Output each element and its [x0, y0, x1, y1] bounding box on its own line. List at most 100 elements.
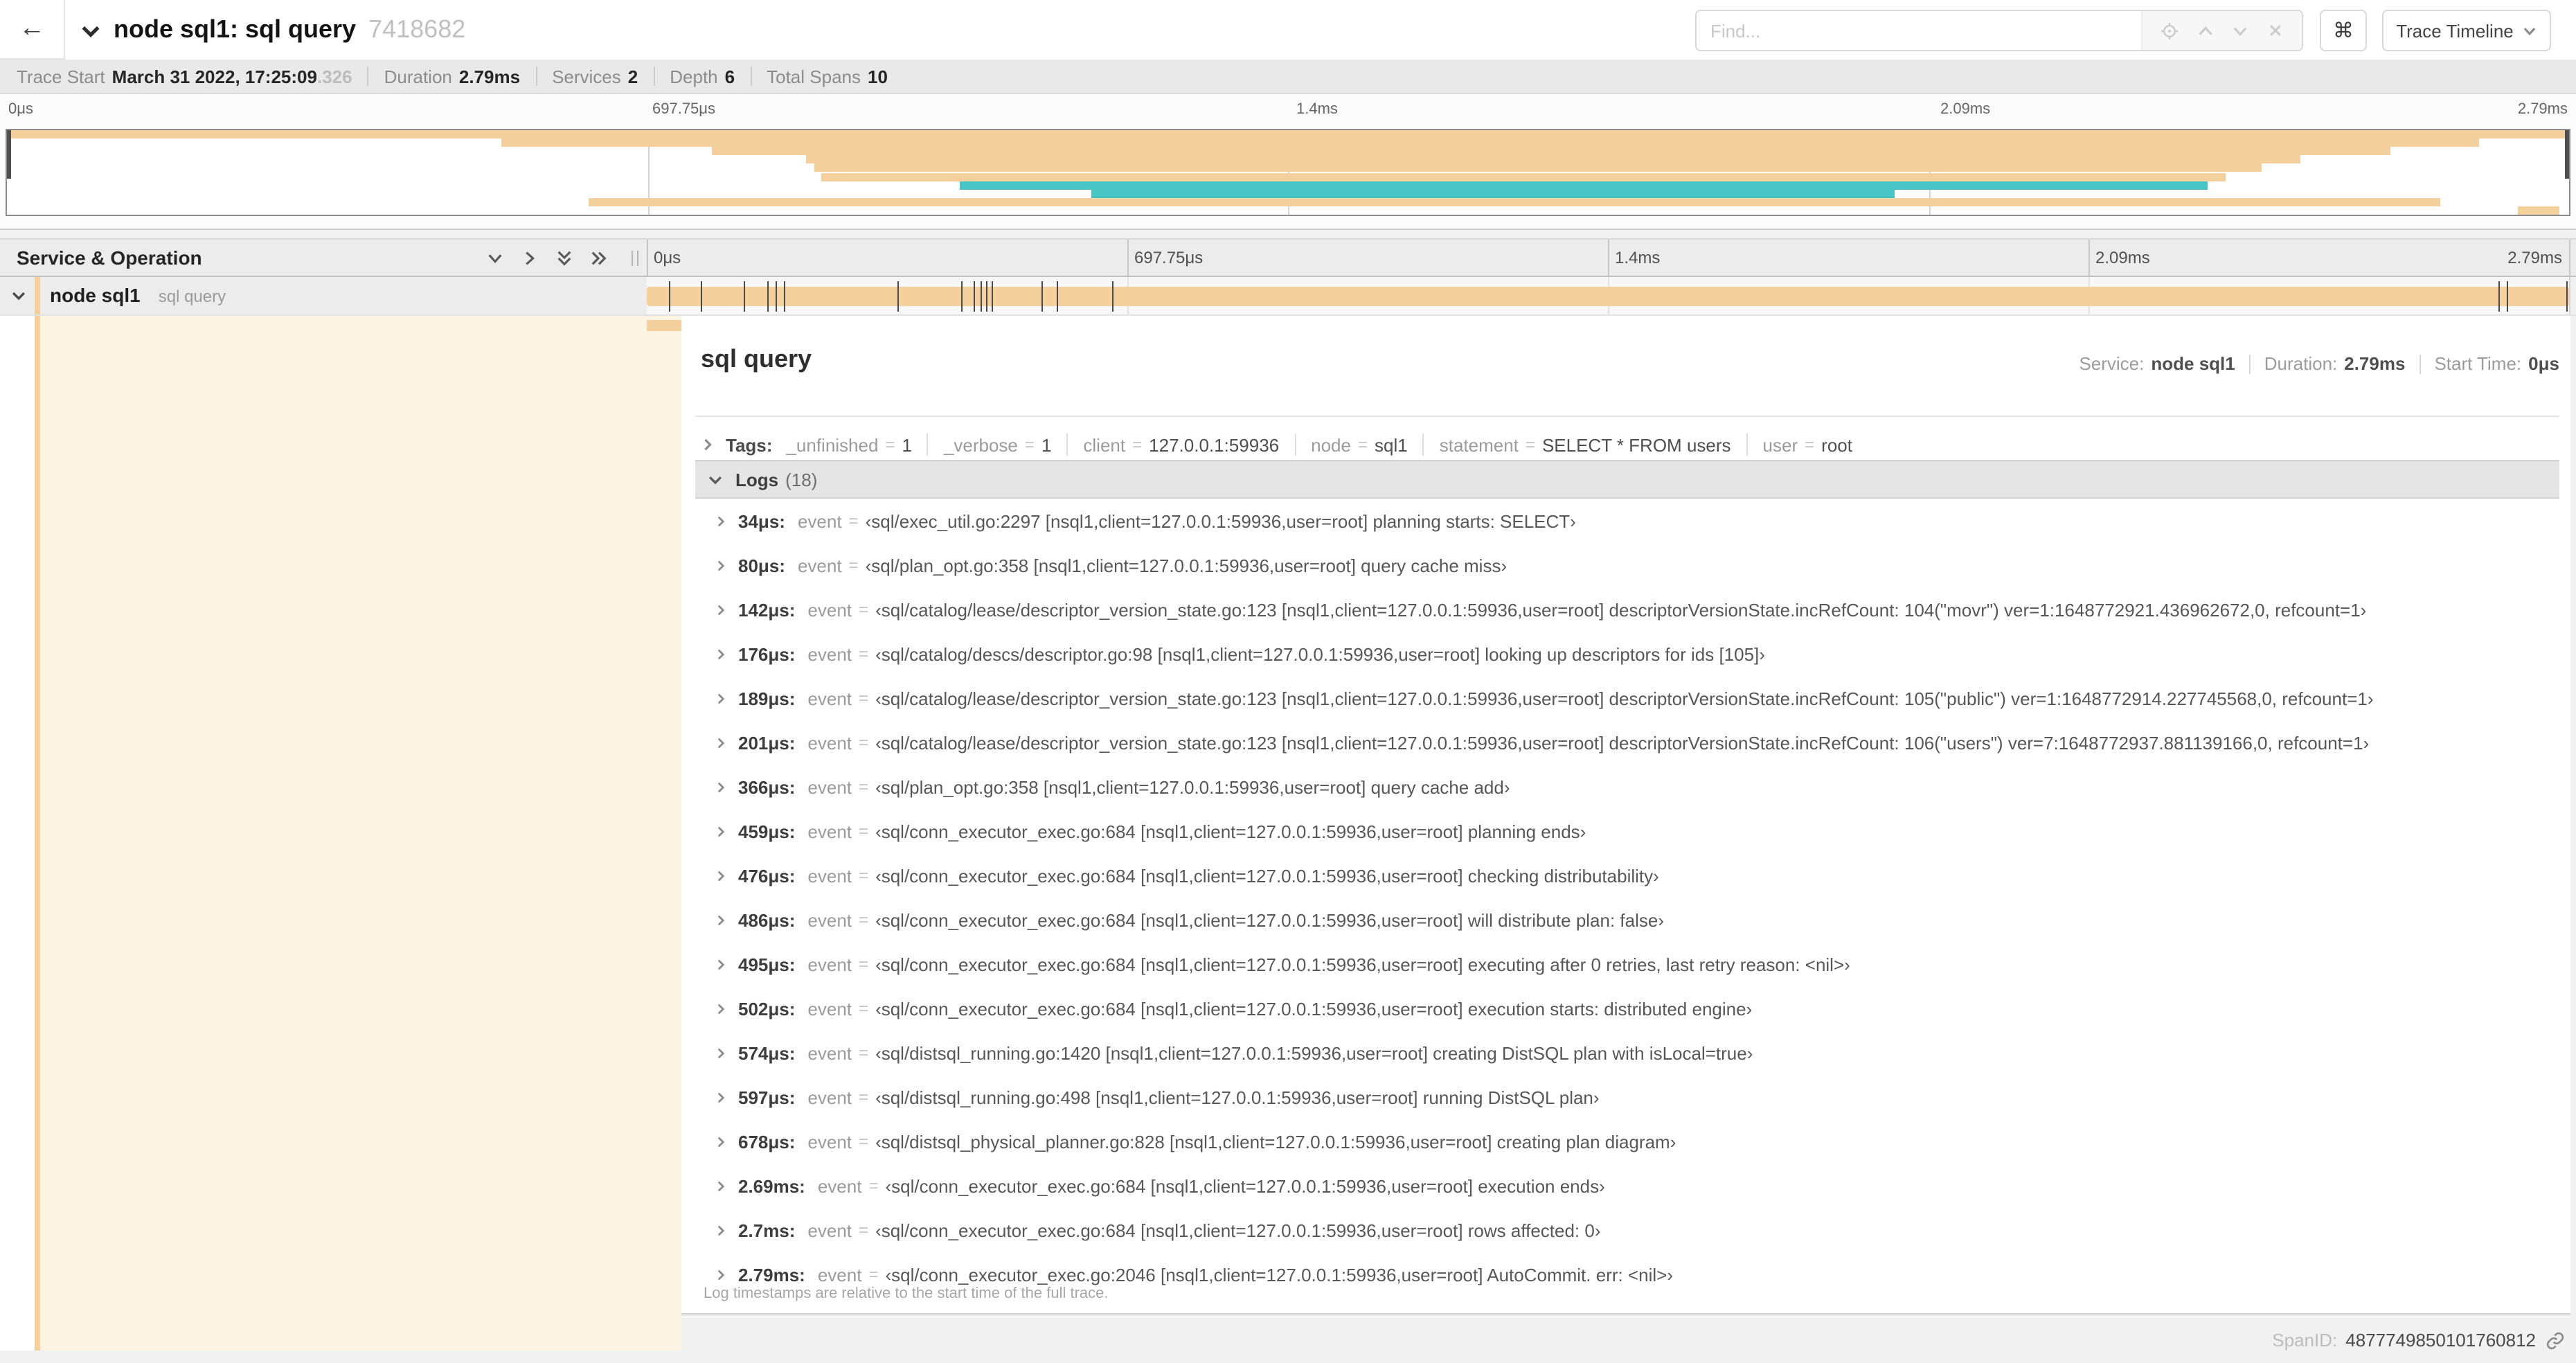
log-field-key: event	[807, 998, 852, 1019]
log-row[interactable]: 597μs: event = ‹sql/distsql_running.go:498 …	[695, 1075, 2559, 1119]
log-marker[interactable]	[700, 281, 702, 312]
log-marker[interactable]	[991, 281, 993, 312]
tag-item: user = root	[1763, 434, 1852, 455]
chevron-right-icon	[715, 825, 727, 837]
log-row[interactable]: 678μs: event = ‹sql/distsql_physical_planne…	[695, 1119, 2559, 1164]
log-marker[interactable]	[668, 281, 670, 312]
span-bar[interactable]	[647, 287, 2569, 306]
log-row[interactable]: 366μs: event = ‹sql/plan_opt.go:358 [nsql1,…	[695, 765, 2559, 809]
log-equals: =	[868, 1265, 879, 1284]
minimap-right-scrubber[interactable]	[2565, 130, 2569, 179]
logs-count: (18)	[785, 469, 818, 490]
page-title: node sql1: sql query 7418682	[114, 0, 465, 60]
log-row[interactable]: 502μs: event = ‹sql/conn_executor_exec.go:6…	[695, 986, 2559, 1031]
log-marker[interactable]	[1057, 281, 1059, 312]
log-row[interactable]: 2.7ms: event = ‹sql/conn_executor_exec.go:6…	[695, 1208, 2559, 1252]
log-field-key: event	[807, 732, 852, 753]
log-field-key: event	[807, 1220, 852, 1240]
log-marker[interactable]	[961, 281, 963, 312]
log-marker[interactable]	[775, 281, 777, 312]
log-timestamp: 2.7ms:	[738, 1220, 796, 1240]
expand-all-button[interactable]	[590, 249, 608, 267]
tag-equals: =	[1525, 435, 1535, 454]
trace-collapse-toggle[interactable]	[80, 21, 101, 42]
logs-accordion-header[interactable]: Logs (18)	[695, 460, 2559, 499]
log-marker[interactable]	[2498, 281, 2501, 312]
trace-view-select[interactable]: Trace Timeline	[2382, 10, 2551, 51]
summary-item: Total Spans 10	[767, 66, 888, 87]
log-row[interactable]: 476μs: event = ‹sql/conn_executor_exec.go:6…	[695, 853, 2559, 898]
tag-key: user	[1762, 434, 1798, 455]
span-id-label: SpanID:	[2272, 1330, 2338, 1351]
summary-item: Depth 6	[670, 66, 735, 87]
keyboard-shortcuts-button[interactable]: ⌘	[2320, 10, 2367, 51]
log-equals: =	[859, 777, 869, 796]
log-row[interactable]: 80μs: event = ‹sql/plan_opt.go:358 [nsql1,c…	[695, 543, 2559, 587]
log-marker[interactable]	[973, 281, 975, 312]
deep-link-icon[interactable]	[2546, 1330, 2565, 1350]
log-timestamp: 201μs:	[738, 732, 796, 753]
log-field-value: ‹sql/conn_executor_exec.go:684 [nsql1,cl…	[875, 821, 1586, 841]
span-row-timeline[interactable]	[647, 277, 2570, 314]
log-equals: =	[848, 511, 859, 531]
tag-equals: =	[1024, 435, 1035, 454]
detail-meta-label: Duration:	[2264, 353, 2338, 374]
trace-summary: Trace Start March 31 2022, 17:25:09.326 Du…	[0, 60, 2576, 94]
double-chevron-right-icon	[591, 251, 607, 265]
log-marker[interactable]	[767, 281, 769, 312]
span-row-label[interactable]: node sql1 sql query	[0, 277, 647, 314]
log-row[interactable]: 189μs: event = ‹sql/catalog/lease/descripto…	[695, 676, 2559, 720]
collapse-all-button[interactable]	[555, 249, 573, 267]
log-row[interactable]: 176μs: event = ‹sql/catalog/descs/descripto…	[695, 632, 2559, 676]
minimap-canvas[interactable]	[6, 129, 2570, 216]
back-button[interactable]: ←	[0, 0, 65, 60]
minimap-left-scrubber[interactable]	[7, 130, 11, 179]
summary-value: 10	[868, 66, 888, 87]
tag-divider	[1422, 434, 1424, 456]
log-timestamp: 2.79ms:	[738, 1264, 805, 1285]
log-row[interactable]: 2.69ms: event = ‹sql/conn_executor_exec.go:…	[695, 1164, 2559, 1208]
find-actions	[2141, 11, 2302, 50]
chevron-right-icon	[715, 515, 727, 527]
column-resize-grip[interactable]	[632, 251, 638, 266]
log-marker[interactable]	[897, 281, 900, 312]
minimap-span-bar	[814, 163, 2262, 172]
log-marker[interactable]	[783, 281, 785, 312]
log-row[interactable]: 486μs: event = ‹sql/conn_executor_exec.go:6…	[695, 898, 2559, 942]
find-input[interactable]	[1697, 11, 2141, 50]
log-row[interactable]: 34μs: event = ‹sql/exec_util.go:2297 [nsql1…	[695, 499, 2559, 543]
log-marker[interactable]	[980, 281, 982, 312]
clear-find-button[interactable]	[2267, 22, 2284, 39]
log-field-value: ‹sql/catalog/lease/descriptor_version_st…	[875, 732, 2370, 753]
prev-result-button[interactable]	[2196, 21, 2214, 39]
log-row[interactable]: 142μs: event = ‹sql/catalog/lease/descripto…	[695, 587, 2559, 632]
find-group	[1695, 10, 2303, 51]
log-row[interactable]: 201μs: event = ‹sql/catalog/lease/descripto…	[695, 720, 2559, 765]
log-row[interactable]: 459μs: event = ‹sql/conn_executor_exec.go:6…	[695, 809, 2559, 853]
tags-accordion[interactable]: Tags: _unfinished = 1 _verbose = 1 client = 127.…	[701, 428, 1852, 461]
next-result-button[interactable]	[2232, 21, 2250, 39]
log-marker[interactable]	[743, 281, 745, 312]
log-marker[interactable]	[2566, 281, 2568, 312]
log-field-value: ‹sql/conn_executor_exec.go:2046 [nsql1,c…	[885, 1264, 1674, 1285]
collapse-one-button[interactable]	[486, 249, 504, 267]
log-marker[interactable]	[1112, 281, 1114, 312]
expand-one-button[interactable]	[521, 249, 539, 267]
log-marker[interactable]	[1041, 281, 1042, 312]
log-marker[interactable]	[2506, 281, 2508, 312]
summary-value-fraction: .326	[316, 66, 352, 87]
summary-divider	[653, 66, 655, 86]
log-field-key: event	[807, 643, 852, 664]
chevron-right-icon	[526, 251, 535, 265]
chevron-right-icon	[715, 648, 727, 660]
log-row[interactable]: 574μs: event = ‹sql/distsql_running.go:1420…	[695, 1031, 2559, 1075]
span-collapse-toggle[interactable]	[11, 288, 26, 303]
service-name: node sql1	[50, 284, 141, 306]
log-row[interactable]: 495μs: event = ‹sql/conn_executor_exec.go:6…	[695, 942, 2559, 986]
minimap-tick-label: 697.75μs	[652, 101, 715, 118]
span-detail-area: sql query Service: node sql1 Duration: 2.79…	[0, 316, 2576, 1363]
span-row[interactable]: node sql1 sql query	[0, 277, 2576, 316]
focus-match-button[interactable]	[2161, 21, 2179, 39]
log-marker[interactable]	[986, 281, 988, 312]
log-equals: =	[859, 733, 869, 752]
